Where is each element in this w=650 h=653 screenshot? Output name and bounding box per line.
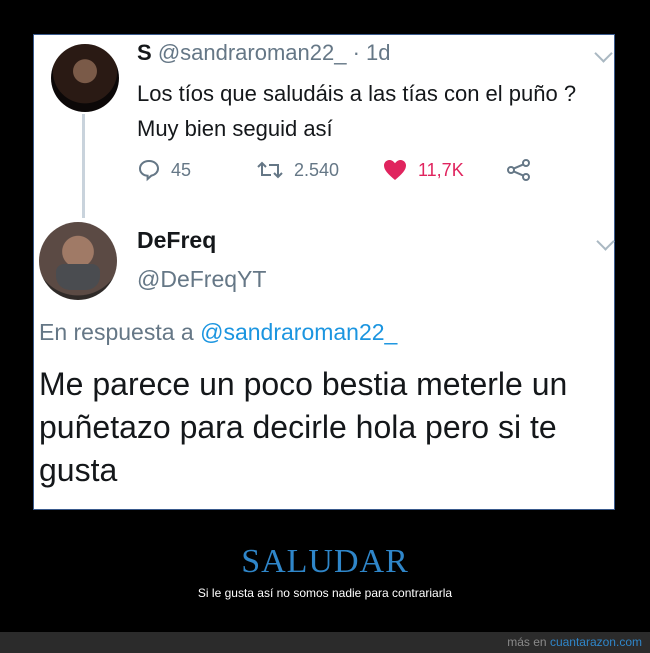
tweet2-handle[interactable]: @DeFreqYT [137,266,266,293]
reply-action[interactable]: 45 [137,157,191,183]
retweet-action[interactable]: 2.540 [256,157,339,183]
footer-site-link[interactable]: cuantarazon.com [550,635,642,649]
tweet1-header: S @sandraroman22_ · 1d [137,40,391,66]
reply-handle-link[interactable]: @sandraroman22_ [200,319,397,345]
tweet1-name[interactable]: S [137,40,152,65]
reply-count: 45 [171,159,192,180]
tweet1-actions: 45 2.540 11,7K [34,157,616,183]
tweet2-chevron-down-icon[interactable] [596,232,615,251]
footer-prefix: más en [507,635,550,649]
reply-icon [138,159,160,182]
retweet-icon [257,161,283,179]
footer-text: más en cuantarazon.com [507,635,642,649]
reply-context: En respuesta a @sandraroman22_ [39,319,397,346]
retweet-count: 2.540 [294,159,340,180]
tweet1-time[interactable]: · 1d [353,40,391,65]
share-icon [507,159,530,181]
face-mask [56,264,100,290]
like-action[interactable]: 11,7K [382,157,464,183]
post-title[interactable]: SALUDAR [0,543,650,581]
defreq-avatar[interactable] [39,222,117,300]
sandra-avatar[interactable] [51,44,119,112]
reply-prefix: En respuesta a [39,319,201,345]
tweet1-handle[interactable]: @sandraroman22_ [158,40,347,65]
tweet1-chevron-down-icon[interactable] [594,44,613,63]
like-count: 11,7K [418,159,464,180]
heart-icon [384,160,406,180]
share-action[interactable] [506,157,532,183]
post-subtitle: Si le gusta así no somos nadie para cont… [197,586,453,600]
tweet2-text: Me parece un poco bestia meterle un puñe… [39,366,568,488]
footer-bar: más en cuantarazon.com [0,632,650,653]
tweet1-text: Los tíos que saludáis a las tías con el … [137,81,577,141]
tweet2-name[interactable]: DeFreq [137,227,216,254]
tweet-screenshot-card: S @sandraroman22_ · 1d Los tíos que salu… [33,34,615,510]
